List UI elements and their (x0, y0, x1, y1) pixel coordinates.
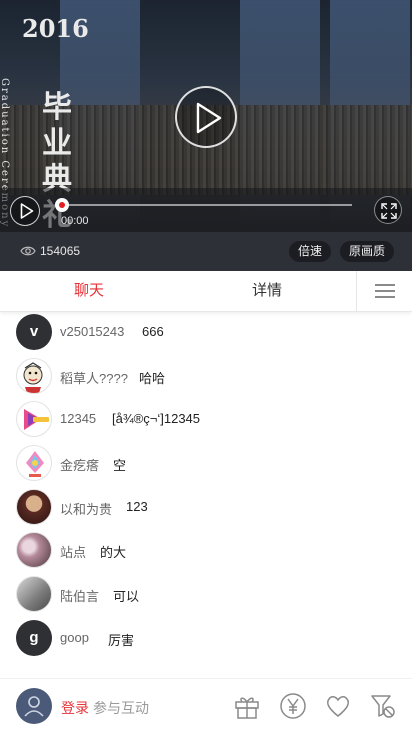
chat-message: g goop 厉害 (0, 617, 412, 661)
chat-message: 以和为贵 123 (0, 486, 412, 530)
logo-avatar-icon (24, 409, 49, 431)
chat-message: 金疙瘩 空 (0, 442, 412, 486)
avatar[interactable]: v (16, 314, 52, 350)
join-interaction-text: 参与互动 (93, 700, 149, 716)
play-icon (20, 203, 34, 219)
menu-icon (375, 284, 395, 286)
message-username: 金疙瘩 (60, 458, 100, 474)
message-username: 站点 (60, 545, 87, 561)
message-text: 空 (113, 458, 127, 474)
current-time: 00:00 (61, 215, 89, 227)
avatar[interactable] (16, 357, 52, 394)
message-text: [å¾®ç¬‘]12345 (112, 411, 201, 427)
avatar[interactable] (16, 488, 52, 525)
view-count: 154065 (20, 244, 80, 258)
avatar[interactable] (16, 445, 52, 482)
message-username: 以和为贵 (60, 501, 113, 517)
heart-icon (326, 696, 350, 717)
speed-button[interactable]: 倍速 (289, 241, 332, 262)
progress-thumb[interactable] (55, 198, 69, 212)
avatar[interactable]: g (16, 619, 52, 656)
fullscreen-icon (381, 203, 397, 219)
yen-icon (280, 693, 306, 719)
message-text: 厉害 (108, 632, 135, 648)
filter-button[interactable] (369, 692, 397, 725)
quality-button[interactable]: 原画质 (340, 241, 395, 262)
play-button[interactable] (10, 196, 40, 226)
video-player[interactable]: 2016 Graduation Ceremony 毕业典礼 00:00 (0, 0, 412, 232)
bottom-bar: 登录 参与互动 (0, 678, 412, 733)
player-controls: 00:00 (0, 188, 412, 232)
view-count-value: 154065 (40, 244, 81, 258)
message-text: 666 (142, 324, 164, 339)
tab-bar: 聊天 详情 (0, 271, 412, 312)
chat-message: 稻草人???? 哈哈 (0, 355, 412, 399)
message-text: 123 (126, 498, 148, 514)
video-info-bar: 154065 倍速 原画质 (0, 232, 412, 271)
message-text: 的大 (100, 545, 127, 561)
reward-button[interactable] (279, 692, 307, 725)
eye-icon (20, 246, 36, 256)
chat-message: v v25015243 666 (0, 311, 412, 355)
gift-button[interactable] (233, 692, 261, 725)
message-username: 陆伯言 (60, 589, 100, 605)
chat-message: 站点 的大 (0, 529, 412, 573)
menu-button[interactable] (356, 271, 412, 311)
message-text: 哈哈 (139, 370, 166, 386)
chat-message: 陆伯言 可以 (0, 573, 412, 617)
like-button[interactable] (324, 692, 352, 725)
message-username: goop (60, 629, 89, 645)
big-play-button[interactable] (175, 86, 237, 148)
progress-track[interactable] (62, 204, 352, 206)
message-text: 可以 (113, 589, 140, 605)
user-icon (24, 696, 44, 717)
chat-list[interactable]: v v25015243 666 稻草人???? 哈哈 12345 [å¾®ç¬‘… (0, 311, 412, 661)
fullscreen-button[interactable] (374, 196, 402, 224)
tab-chat[interactable]: 聊天 (0, 271, 178, 311)
chat-message: 12345 [å¾®ç¬‘]12345 (0, 398, 412, 442)
avatar[interactable] (16, 576, 52, 613)
video-title-year: 2016 (22, 14, 89, 43)
cartoon-avatar-icon (23, 361, 43, 393)
tab-detail[interactable]: 详情 (178, 271, 356, 311)
user-avatar[interactable] (16, 688, 52, 724)
message-username: 12345 (60, 411, 97, 427)
filter-icon (371, 695, 395, 718)
gift-icon (235, 697, 259, 719)
avatar[interactable] (16, 401, 52, 438)
message-username: 稻草人???? (60, 370, 128, 386)
play-icon (196, 102, 222, 134)
login-link[interactable]: 登录 (61, 698, 89, 718)
colorful-avatar-icon (26, 451, 44, 478)
avatar[interactable] (16, 532, 52, 569)
message-username: v25015243 (60, 324, 125, 339)
